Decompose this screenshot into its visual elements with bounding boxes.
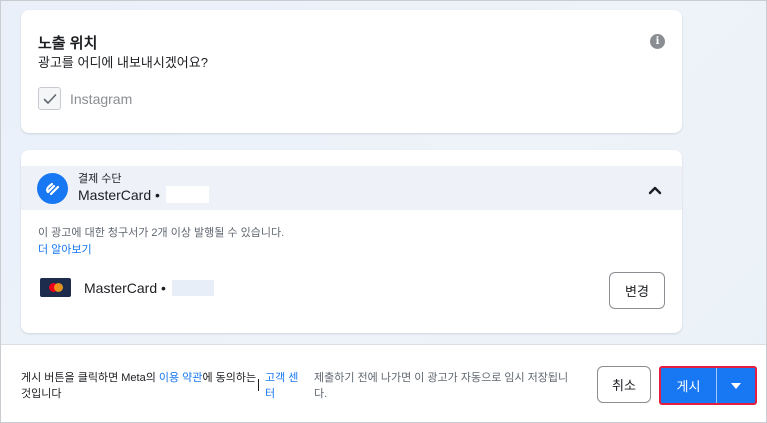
checkmark-icon — [43, 93, 56, 104]
payment-method-icon — [37, 173, 68, 204]
footer-divider — [258, 379, 259, 391]
placement-subtitle: 광고를 어디에 내보내시겠어요? — [38, 55, 208, 70]
saved-card-row: MasterCard • — [40, 278, 214, 297]
consent-prefix: 게시 버튼을 클릭하면 Meta의 — [21, 372, 159, 384]
info-icon[interactable]: i — [650, 34, 665, 49]
payment-header[interactable]: 결제 수단 MasterCard • — [21, 166, 682, 210]
billing-note: 이 광고에 대한 청구서가 2개 이상 발행될 수 있습니다. — [38, 227, 285, 239]
help-center-link[interactable]: 고객 센터 — [265, 370, 305, 402]
terms-link[interactable]: 이용 약관 — [159, 372, 203, 384]
saved-card-name: MasterCard • — [84, 279, 214, 296]
instagram-option[interactable]: Instagram — [38, 87, 132, 110]
instagram-checkbox[interactable] — [38, 87, 61, 110]
publish-button[interactable]: 게시 — [661, 368, 716, 403]
saved-card-text: MasterCard • — [84, 279, 166, 296]
consent-text: 게시 버튼을 클릭하면 Meta의 이용 약관에 동의하는 것입니다 — [21, 370, 257, 402]
payment-section-label: 결제 수단 — [78, 173, 122, 185]
mastercard-icon — [40, 278, 71, 297]
cancel-button[interactable]: 취소 — [597, 366, 651, 403]
placement-title: 노출 위치 — [38, 35, 98, 52]
placement-card: 노출 위치 광고를 어디에 내보내시겠어요? i Instagram — [21, 10, 682, 133]
payment-method-name: MasterCard • — [78, 186, 209, 203]
publish-split-button: 게시 — [659, 366, 757, 405]
chevron-up-icon[interactable] — [648, 182, 662, 200]
publish-options-caret-icon[interactable] — [717, 368, 755, 403]
masked-card-digits — [171, 279, 214, 296]
learn-more-link[interactable]: 더 알아보기 — [38, 241, 92, 257]
change-payment-button[interactable]: 변경 — [609, 272, 665, 309]
autosave-note: 제출하기 전에 나가면 이 광고가 자동으로 임시 저장됩니다. — [314, 372, 569, 400]
masked-card-number — [165, 186, 209, 203]
instagram-label: Instagram — [70, 90, 133, 107]
payment-card: 결제 수단 MasterCard • 이 광고에 대한 청구서가 2개 이상 발… — [21, 150, 682, 333]
footer-bar: 게시 버튼을 클릭하면 Meta의 이용 약관에 동의하는 것입니다 고객 센터… — [1, 344, 766, 422]
card-link-icon — [45, 182, 59, 195]
payment-method-text: MasterCard • — [78, 186, 160, 203]
